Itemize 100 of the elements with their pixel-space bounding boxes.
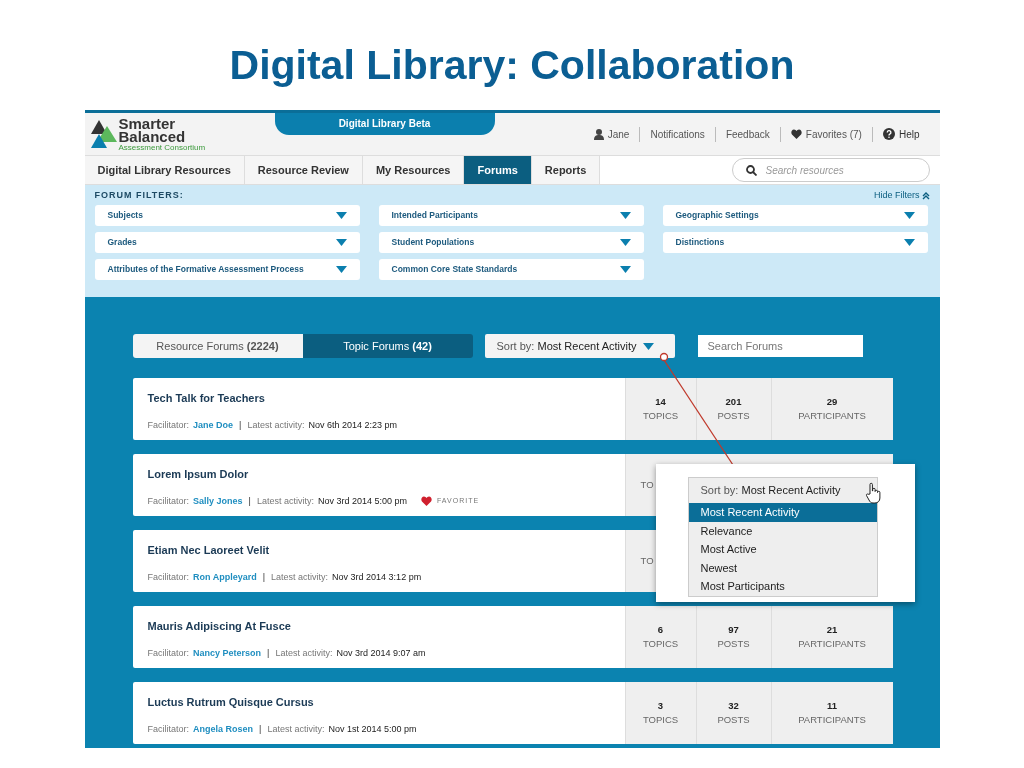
forum-title[interactable]: Etiam Nec Laoreet Velit [147,542,625,559]
separator: | [267,646,270,660]
logo-icon [90,120,117,148]
heart-icon [790,129,802,139]
logo[interactable]: Smarter Balanced Assessment Consortium [90,116,206,152]
activity-label: Latest activity: [247,418,305,432]
activity-date: Nov 3rd 2014 9:07 am [336,646,426,660]
logo-text: Balanced [118,129,187,143]
stat-value: 201 [725,394,742,409]
separator: | [239,418,242,432]
forum-title[interactable]: Tech Talk for Teachers [147,390,625,407]
slide-title: Digital Library: Collaboration [229,41,795,90]
stat-value: 3 [657,698,664,713]
activity-date: Nov 1st 2014 5:00 pm [328,722,417,736]
facilitator-link[interactable]: Ron Appleyard [193,570,257,584]
stat-label: TOPICS [642,637,679,651]
filter-dropdown[interactable]: Subjects [94,205,360,226]
sort-dropdown[interactable]: Sort by: Most Recent Activity [484,334,675,358]
facilitator-link[interactable]: Angela Rosen [193,722,254,736]
user-icon [593,128,604,140]
facilitator-label: Facilitator: [147,722,189,736]
hide-filters-link[interactable]: Hide Filters [874,189,930,203]
stat-value: 11 [826,698,837,713]
caret-icon [903,212,915,219]
stat-label: PARTICIPANTS [798,713,866,727]
search-field[interactable]: Search resources [731,158,930,182]
caret-icon [642,342,654,350]
separator: | [259,722,262,736]
activity-date: Nov 6th 2014 2:23 pm [308,418,397,432]
activity-date: Nov 3rd 2014 5:00 pm [317,494,407,508]
user-name[interactable]: Jane [607,126,630,142]
search-icon [745,165,757,176]
activity-date: Nov 3rd 2014 3:12 pm [332,570,422,584]
stat-value: 29 [826,394,838,409]
stat-value: 97 [728,622,739,637]
stat-value: 14 [655,394,666,409]
stat-label: POSTS [717,713,750,727]
filter-dropdown[interactable]: Distinctions [662,232,928,253]
header-link[interactable]: Help [898,126,920,142]
filter-dropdown[interactable]: Attributes of the Formative Assessment Process [94,259,360,280]
caret-icon [619,212,631,219]
activity-label: Latest activity: [275,646,333,660]
filter-dropdown[interactable]: Intended Participants [378,205,644,226]
facilitator-label: Facilitator: [147,494,189,508]
forum-title[interactable]: Mauris Adipiscing At Fusce [147,618,625,635]
double-chevron-icon [921,192,930,200]
forum-card[interactable]: Mauris Adipiscing At Fusce Facilitator: Nancy Peterson | Latest activity: Nov 3rd 2014 9:07 am 6 TOPICS 97 POSTS 21 PARTICIPANTS [132,606,893,668]
filter-dropdown[interactable]: Grades [94,232,360,253]
filter-dropdown[interactable]: Student Populations [378,232,644,253]
facilitator-link[interactable]: Sally Jones [193,494,243,508]
stat-label: POSTS [717,637,750,651]
stat-value: 21 [826,622,838,637]
stat-label: TOPICS [642,409,679,423]
stat-label: TO [640,553,654,568]
forum-tab[interactable]: Topic Forums (42) [302,334,473,358]
stat-label: TO [640,477,654,492]
nav-tab[interactable]: Digital Library Resources [84,156,245,184]
nav-tab[interactable]: Forums [464,156,532,184]
nav-tab[interactable]: Resource Review [244,156,363,184]
activity-label: Latest activity: [271,570,329,584]
logo-text: Smarter [118,116,176,130]
caret-icon [335,266,347,273]
sort-option[interactable]: Newest [688,558,877,577]
caret-icon [619,266,631,273]
stat-label: PARTICIPANTS [798,637,866,651]
search-forums-field[interactable]: Search Forums [697,335,863,357]
sort-option[interactable]: Most Recent Activity [688,503,877,522]
nav-tab[interactable]: Reports [531,156,601,184]
heart-icon [421,496,432,507]
header-link[interactable]: Feedback [725,126,770,142]
forum-title[interactable]: Lorem Ipsum Dolor [147,466,625,483]
separator: | [262,570,266,584]
sort-option[interactable]: Most Active [688,540,877,559]
header-link[interactable]: Notifications [650,126,705,142]
stat-label: POSTS [717,409,750,423]
caret-icon [335,239,347,246]
forum-card[interactable]: Luctus Rutrum Quisque Cursus Facilitator: Angela Rosen | Latest activity: Nov 1st 2014 5:00 pm 3 TOPICS 32 POSTS 11 PARTICIPANTS [132,682,893,744]
forum-title[interactable]: Luctus Rutrum Quisque Cursus [147,694,625,711]
sort-menu-label[interactable]: Sort by: Most Recent Activity [700,482,841,499]
forum-card[interactable]: Tech Talk for Teachers Facilitator: Jane Doe | Latest activity: Nov 6th 2014 2:23 pm 14 TOPICS 201 POSTS 29 PARTICIPANTS [132,378,893,440]
stat-value: 32 [728,698,739,713]
caret-icon [619,239,631,246]
stat-value: 6 [657,622,664,637]
separator: | [248,494,251,508]
stat-label: PARTICIPANTS [798,409,866,423]
activity-label: Latest activity: [267,722,325,736]
facilitator-link[interactable]: Nancy Peterson [193,646,262,660]
help-icon [882,128,895,140]
hand-cursor-icon [864,482,881,504]
logo-subtext: Assessment Consortium [118,142,206,152]
facilitator-link[interactable]: Jane Doe [193,418,234,432]
facilitator-label: Facilitator: [147,570,189,584]
forum-tab[interactable]: Resource Forums (2224) [132,334,303,358]
filter-dropdown[interactable]: Geographic Settings [662,205,928,226]
stat-label: TOPICS [642,713,679,727]
filters-heading: FORUM FILTERS: [94,189,184,203]
header-link[interactable]: Favorites (7) [805,126,862,142]
caret-icon [335,212,347,219]
nav-tab[interactable]: My Resources [362,156,465,184]
filter-dropdown[interactable]: Common Core State Standards [378,259,644,280]
